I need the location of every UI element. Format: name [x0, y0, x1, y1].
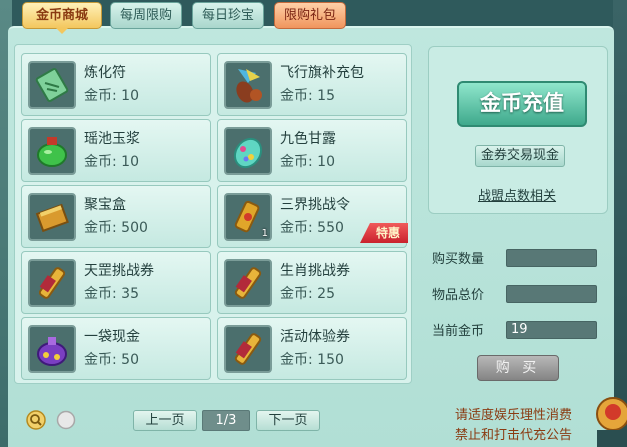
current-gold-label: 当前金币: [432, 324, 485, 339]
buy-button[interactable]: 购 买: [477, 355, 559, 381]
item-price: 金币: 25: [280, 286, 335, 302]
item-name: 聚宝盒: [84, 197, 126, 213]
item-price: 金币: 35: [84, 286, 139, 302]
scroll-icon: [224, 259, 272, 307]
shop-item[interactable]: 活动体验券 金币: 150: [217, 317, 407, 380]
page-indicator: 1/3: [202, 410, 250, 431]
item-price: 金币: 50: [84, 352, 139, 368]
talisman-icon: [28, 61, 76, 109]
shop-item[interactable]: 炼化符 金币: 10: [21, 53, 211, 116]
nectar-gourd-icon: [224, 127, 272, 175]
item-price: 金币: 500: [84, 220, 148, 236]
active-tab-pointer: [56, 28, 68, 34]
item-name: 炼化符: [84, 65, 126, 81]
item-price: 金币: 150: [280, 352, 344, 368]
recharge-panel: 金币充值 金券交易现金 战盟点数相关: [428, 46, 608, 214]
shop-item[interactable]: 一袋现金 金币: 50: [21, 317, 211, 380]
tab-weekly-limit[interactable]: 每周限购: [110, 2, 182, 29]
toggle-icon[interactable]: [56, 410, 76, 430]
item-quantity: 1: [261, 228, 268, 239]
current-gold-field: 19: [506, 321, 597, 339]
money-bag-icon: [28, 325, 76, 373]
buy-quantity-label: 购买数量: [432, 252, 485, 267]
item-name: 生肖挑战券: [280, 263, 350, 279]
activity-mascot-icon[interactable]: [591, 378, 627, 447]
shop-item[interactable]: 飞行旗补充包 金币: 15: [217, 53, 407, 116]
item-name: 九色甘露: [280, 131, 336, 147]
next-page-button[interactable]: 下一页: [256, 410, 320, 431]
shop-item[interactable]: 九色甘露 金币: 10: [217, 119, 407, 182]
item-name: 瑶池玉浆: [84, 131, 140, 147]
tab-gold-shop[interactable]: 金币商城: [22, 2, 102, 29]
item-name: 飞行旗补充包: [280, 65, 364, 81]
scroll-icon: [28, 259, 76, 307]
alliance-points-link[interactable]: 战盟点数相关: [478, 185, 556, 204]
flag-pouch-icon: [224, 61, 272, 109]
prev-page-button[interactable]: 上一页: [133, 410, 197, 431]
shop-item[interactable]: 生肖挑战券 金币: 25: [217, 251, 407, 314]
scroll-icon: [224, 325, 272, 373]
coupon-trade-button[interactable]: 金券交易现金: [475, 145, 565, 167]
notice-anti-proxy-recharge[interactable]: 禁止和打击代充公告: [455, 424, 572, 443]
item-price: 金币: 10: [280, 154, 335, 170]
item-price: 金币: 550: [280, 220, 344, 236]
buy-quantity-field[interactable]: [506, 249, 597, 267]
challenge-token-icon: 1: [224, 193, 272, 241]
shop-item[interactable]: 1 三界挑战令 金币: 550 特惠: [217, 185, 408, 248]
item-name: 一袋现金: [84, 329, 140, 345]
shop-item[interactable]: 瑶池玉浆 金币: 10: [21, 119, 211, 182]
tab-daily-treasure[interactable]: 每日珍宝: [192, 2, 264, 29]
total-price-field: [506, 285, 597, 303]
shop-item[interactable]: 天罡挑战券 金币: 35: [21, 251, 211, 314]
tab-limited-pack[interactable]: 限购礼包: [274, 2, 346, 29]
notice-rational-spending[interactable]: 请适度娱乐理性消费: [455, 404, 572, 423]
item-name: 三界挑战令: [280, 197, 350, 213]
total-price-label: 物品总价: [432, 288, 485, 303]
items-panel: 炼化符 金币: 10 飞行旗补充包 金币: 15 瑶池玉浆 金币: 10 九色甘…: [14, 44, 412, 384]
treasure-box-icon: [28, 193, 76, 241]
item-name: 天罡挑战券: [84, 263, 154, 279]
shop-item[interactable]: 聚宝盒 金币: 500: [21, 185, 211, 248]
jade-potion-icon: [28, 127, 76, 175]
search-icon[interactable]: [26, 410, 46, 430]
gold-recharge-button[interactable]: 金币充值: [457, 81, 587, 127]
special-offer-badge: 特惠: [360, 223, 408, 243]
item-price: 金币: 15: [280, 88, 335, 104]
item-price: 金币: 10: [84, 88, 139, 104]
item-name: 活动体验券: [280, 329, 350, 345]
item-price: 金币: 10: [84, 154, 139, 170]
